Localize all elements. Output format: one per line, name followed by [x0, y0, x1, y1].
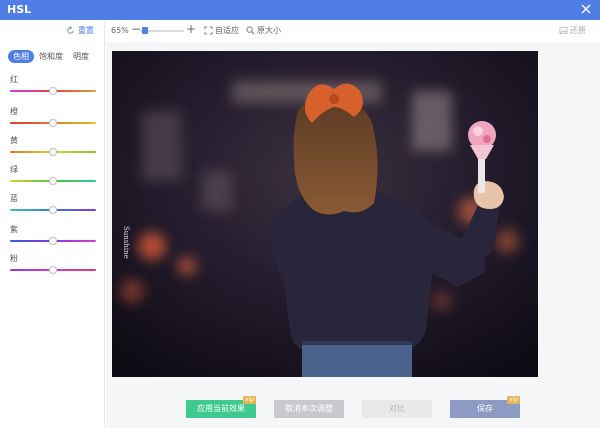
apply-effect-label: 应用当前效果	[197, 404, 245, 413]
tab-hue[interactable]: 色相	[8, 50, 34, 63]
zoom-in-button[interactable]: +	[186, 22, 196, 36]
slider-green: 绿	[10, 165, 96, 185]
title-bar: HSL	[0, 0, 600, 20]
reset-icon	[67, 26, 74, 34]
view-toolbar: 65% − + 自适应 原大小 还原	[106, 20, 600, 42]
original-size-button[interactable]: 原大小	[246, 25, 281, 36]
vip-badge: vip	[242, 396, 256, 404]
action-bar: 应用当前效果 vip 取消本次调整 对比 保存 vip	[106, 378, 600, 428]
hsl-tabs: 色相 饱和度 明度	[8, 50, 98, 63]
zoom-slider-handle[interactable]	[142, 27, 148, 34]
slider-yellow: 黄	[10, 136, 96, 156]
slider-blue: 蓝	[10, 194, 96, 214]
hsl-sidebar: 重置 色相 饱和度 明度 红 橙 黄 绿 蓝 紫 粉	[0, 20, 105, 428]
original-size-label: 原大小	[257, 26, 281, 35]
slider-handle[interactable]	[49, 177, 57, 185]
compare-button[interactable]: 对比	[362, 400, 432, 418]
slider-label: 粉	[10, 254, 18, 263]
preview-image: Sunshine	[112, 51, 538, 377]
slider-handle[interactable]	[49, 206, 57, 214]
slider-label: 绿	[10, 165, 18, 174]
restore-label: 还原	[570, 26, 586, 35]
slider-label: 蓝	[10, 194, 18, 203]
tab-saturation[interactable]: 饱和度	[34, 50, 68, 63]
apply-effect-button[interactable]: 应用当前效果 vip	[186, 396, 256, 418]
image-icon	[559, 26, 568, 35]
slider-label: 橙	[10, 107, 18, 116]
zoom-value: 65%	[111, 26, 129, 35]
slider-orange: 橙	[10, 107, 96, 127]
restore-button[interactable]: 还原	[559, 25, 586, 36]
slider-red: 红	[10, 75, 96, 95]
slider-handle[interactable]	[49, 148, 57, 156]
slider-label: 红	[10, 75, 18, 84]
slider-handle[interactable]	[49, 237, 57, 245]
photo-watermark: Sunshine	[122, 226, 130, 259]
zoom-out-button[interactable]: −	[131, 22, 141, 36]
reset-label: 重置	[78, 26, 94, 35]
photo-illustration: Sunshine	[112, 51, 538, 377]
save-button[interactable]: 保存 vip	[450, 396, 520, 418]
tab-lightness[interactable]: 明度	[68, 50, 94, 63]
slider-handle[interactable]	[49, 119, 57, 127]
slider-label: 黄	[10, 136, 18, 145]
cancel-adjustment-button[interactable]: 取消本次调整	[274, 400, 344, 418]
window-title: HSL	[7, 3, 32, 16]
magnifier-icon	[246, 26, 255, 35]
reset-button[interactable]: 重置	[66, 25, 94, 36]
slider-label: 紫	[10, 225, 18, 234]
vip-badge: vip	[506, 396, 520, 404]
slider-handle[interactable]	[49, 87, 57, 95]
save-label: 保存	[477, 404, 493, 413]
fit-label: 自适应	[215, 26, 239, 35]
slider-pink: 粉	[10, 254, 96, 274]
close-icon[interactable]	[579, 2, 593, 16]
fit-to-window-button[interactable]: 自适应	[204, 25, 239, 36]
slider-handle[interactable]	[49, 266, 57, 274]
fit-icon	[204, 26, 213, 35]
slider-purple: 紫	[10, 225, 96, 245]
